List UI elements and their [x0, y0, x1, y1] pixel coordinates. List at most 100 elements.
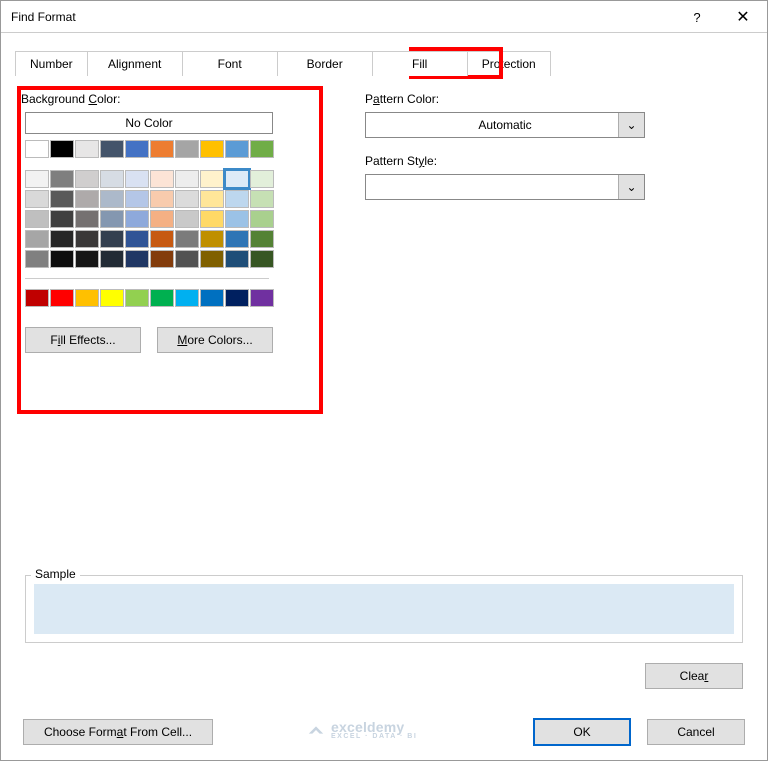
color-swatch[interactable]: [75, 140, 99, 158]
color-swatch[interactable]: [200, 230, 224, 248]
color-swatch[interactable]: [175, 250, 199, 268]
color-swatch[interactable]: [200, 140, 224, 158]
pattern-color-label: Pattern Color:: [365, 92, 645, 106]
color-swatch[interactable]: [175, 190, 199, 208]
color-swatch[interactable]: [75, 210, 99, 228]
cancel-button[interactable]: Cancel: [647, 719, 745, 745]
color-swatch[interactable]: [175, 230, 199, 248]
close-button[interactable]: ✕: [723, 1, 763, 33]
color-swatch[interactable]: [150, 170, 174, 188]
tab-protection[interactable]: Protection: [467, 51, 551, 76]
standard-color-row: [25, 289, 275, 307]
color-swatch[interactable]: [250, 230, 274, 248]
titlebar: Find Format ? ✕: [1, 1, 767, 33]
color-swatch[interactable]: [25, 210, 49, 228]
color-swatch[interactable]: [225, 210, 249, 228]
color-swatch[interactable]: [250, 289, 274, 307]
tab-border[interactable]: Border: [277, 51, 373, 76]
pattern-color-combo[interactable]: Automatic ⌄: [365, 112, 645, 138]
color-swatch[interactable]: [50, 140, 74, 158]
color-swatch[interactable]: [125, 140, 149, 158]
color-swatch[interactable]: [175, 210, 199, 228]
fill-effects-button[interactable]: Fill Effects...: [25, 327, 141, 353]
color-swatch[interactable]: [100, 170, 124, 188]
color-swatch[interactable]: [75, 190, 99, 208]
color-swatch[interactable]: [100, 289, 124, 307]
close-icon: ✕: [736, 7, 749, 27]
content-area: Background Color: No Color Fill Effects.…: [1, 76, 767, 353]
color-swatch[interactable]: [100, 210, 124, 228]
color-swatch[interactable]: [150, 230, 174, 248]
color-swatch[interactable]: [225, 140, 249, 158]
color-swatch[interactable]: [150, 190, 174, 208]
color-swatch[interactable]: [200, 250, 224, 268]
color-swatch[interactable]: [200, 289, 224, 307]
color-swatch[interactable]: [200, 210, 224, 228]
color-swatch[interactable]: [50, 190, 74, 208]
color-swatch[interactable]: [50, 210, 74, 228]
sample-preview: [34, 584, 734, 634]
footer: Choose Format From Cell... OK Cancel: [1, 718, 767, 746]
sample-label: Sample: [31, 567, 80, 581]
color-swatch[interactable]: [100, 250, 124, 268]
help-button[interactable]: ?: [677, 1, 717, 33]
color-swatch[interactable]: [175, 140, 199, 158]
color-swatch[interactable]: [25, 170, 49, 188]
color-swatch[interactable]: [25, 140, 49, 158]
color-swatch[interactable]: [250, 190, 274, 208]
color-swatch[interactable]: [50, 170, 74, 188]
color-swatch[interactable]: [225, 230, 249, 248]
color-swatch[interactable]: [250, 210, 274, 228]
color-swatch[interactable]: [125, 289, 149, 307]
color-swatch[interactable]: [125, 210, 149, 228]
color-swatch[interactable]: [150, 250, 174, 268]
tab-number[interactable]: Number: [15, 51, 88, 76]
color-swatch[interactable]: [25, 289, 49, 307]
color-swatch[interactable]: [75, 230, 99, 248]
color-swatch[interactable]: [75, 289, 99, 307]
color-swatch[interactable]: [75, 170, 99, 188]
more-colors-button[interactable]: More Colors...: [157, 327, 273, 353]
color-swatch[interactable]: [75, 250, 99, 268]
color-swatch[interactable]: [200, 190, 224, 208]
color-swatch[interactable]: [225, 190, 249, 208]
color-swatch[interactable]: [100, 190, 124, 208]
color-swatch[interactable]: [200, 170, 224, 188]
background-color-panel: Background Color: No Color Fill Effects.…: [21, 92, 275, 353]
color-swatch[interactable]: [175, 170, 199, 188]
chevron-down-icon: ⌄: [618, 113, 644, 137]
color-swatch[interactable]: [225, 289, 249, 307]
tab-font[interactable]: Font: [182, 51, 278, 76]
tab-fill[interactable]: Fill: [372, 51, 468, 76]
color-swatch[interactable]: [25, 230, 49, 248]
color-swatch[interactable]: [125, 250, 149, 268]
tab-alignment[interactable]: Alignment: [87, 51, 183, 76]
color-swatch[interactable]: [175, 289, 199, 307]
color-swatch[interactable]: [225, 250, 249, 268]
color-swatch[interactable]: [25, 250, 49, 268]
choose-format-from-cell-button[interactable]: Choose Format From Cell...: [23, 719, 213, 745]
color-swatch[interactable]: [125, 170, 149, 188]
color-swatch[interactable]: [150, 210, 174, 228]
color-swatch[interactable]: [50, 250, 74, 268]
sample-group: Sample: [25, 557, 743, 643]
ok-button[interactable]: OK: [533, 718, 631, 746]
clear-button[interactable]: Clear: [645, 663, 743, 689]
color-swatch[interactable]: [250, 140, 274, 158]
color-swatch[interactable]: [100, 230, 124, 248]
color-grid: [21, 170, 275, 268]
color-swatch[interactable]: [125, 230, 149, 248]
color-swatch[interactable]: [25, 190, 49, 208]
pattern-style-combo[interactable]: ⌄: [365, 174, 645, 200]
color-swatch[interactable]: [250, 170, 274, 188]
color-swatch[interactable]: [100, 140, 124, 158]
color-swatch[interactable]: [150, 140, 174, 158]
color-swatch[interactable]: [225, 170, 249, 188]
no-color-button[interactable]: No Color: [25, 112, 273, 134]
color-swatch[interactable]: [125, 190, 149, 208]
color-swatch[interactable]: [250, 250, 274, 268]
color-swatch[interactable]: [50, 289, 74, 307]
color-swatch[interactable]: [50, 230, 74, 248]
color-swatch[interactable]: [150, 289, 174, 307]
chevron-down-icon: ⌄: [618, 175, 644, 199]
